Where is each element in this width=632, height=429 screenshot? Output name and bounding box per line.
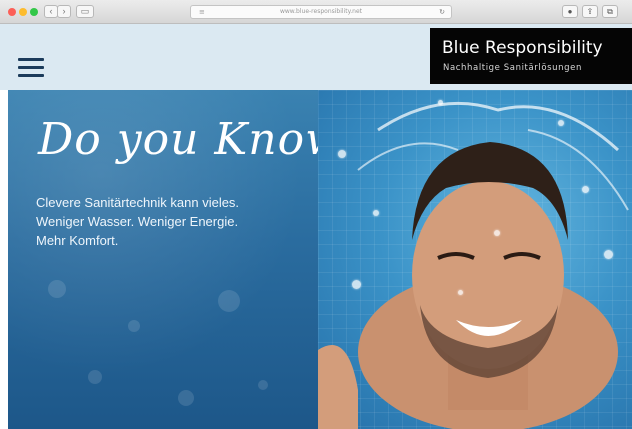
hero-photo: [318, 90, 632, 429]
water-drop: [582, 186, 589, 193]
share-button[interactable]: ⇪: [582, 5, 598, 18]
bubble-decoration: [218, 290, 240, 312]
tabs-overview-button[interactable]: ⧉: [602, 5, 618, 18]
reader-list-icon[interactable]: ≡: [199, 6, 205, 18]
browser-toolbar: ‹ › ▭ ≡ www.blue-responsibility.net ↻ ● …: [0, 0, 632, 24]
brand-title: Blue Responsibility: [442, 38, 603, 58]
bubble-decoration: [48, 280, 66, 298]
zoom-window-button[interactable]: [30, 8, 38, 16]
menu-bar-icon: [18, 58, 44, 61]
bubble-decoration: [258, 380, 268, 390]
hero-copy-line: Mehr Komfort.: [36, 233, 119, 248]
water-drop: [494, 230, 500, 236]
bubble-decoration: [128, 320, 140, 332]
hero-copy-line: Clevere Sanitärtechnik kann vieles.: [36, 195, 240, 210]
address-bar[interactable]: ≡ www.blue-responsibility.net ↻: [190, 5, 452, 19]
menu-bar-icon: [18, 66, 44, 69]
bubble-decoration: [178, 390, 194, 406]
hero-headline: Do you Know?: [38, 114, 318, 165]
water-drop: [604, 250, 613, 259]
menu-bar-icon: [18, 74, 44, 77]
brand-subtitle: Nachhaltige Sanitärlösungen: [443, 63, 582, 73]
forward-button[interactable]: ›: [57, 5, 71, 18]
url-text: www.blue-responsibility.net: [279, 8, 363, 15]
brand-logo-box[interactable]: Blue Responsibility Nachhaltige Sanitärl…: [430, 28, 632, 84]
water-drop: [458, 290, 463, 295]
close-window-button[interactable]: [8, 8, 16, 16]
reload-icon[interactable]: ↻: [439, 6, 445, 18]
minimize-window-button[interactable]: [19, 8, 27, 16]
splashing-water-face-photo: [318, 101, 629, 429]
hero-copy: Clevere Sanitärtechnik kann vieles. Weni…: [36, 193, 239, 250]
water-drop: [373, 210, 379, 216]
hand-shape: [318, 345, 358, 429]
bubble-decoration: [88, 370, 102, 384]
browser-window: ‹ › ▭ ≡ www.blue-responsibility.net ↻ ● …: [0, 0, 632, 429]
water-drop: [338, 150, 346, 158]
water-drop: [352, 280, 361, 289]
sidebar-toggle-button[interactable]: ▭: [76, 5, 94, 18]
extension-button[interactable]: ●: [562, 5, 578, 18]
water-drop: [438, 100, 443, 105]
back-button[interactable]: ‹: [44, 5, 58, 18]
hero-copy-line: Weniger Wasser. Weniger Energie.: [36, 214, 239, 229]
water-drop: [558, 120, 564, 126]
hero-text-panel: Do you Know? Clevere Sanitärtechnik kann…: [8, 90, 318, 429]
hamburger-menu-button[interactable]: [18, 58, 44, 80]
